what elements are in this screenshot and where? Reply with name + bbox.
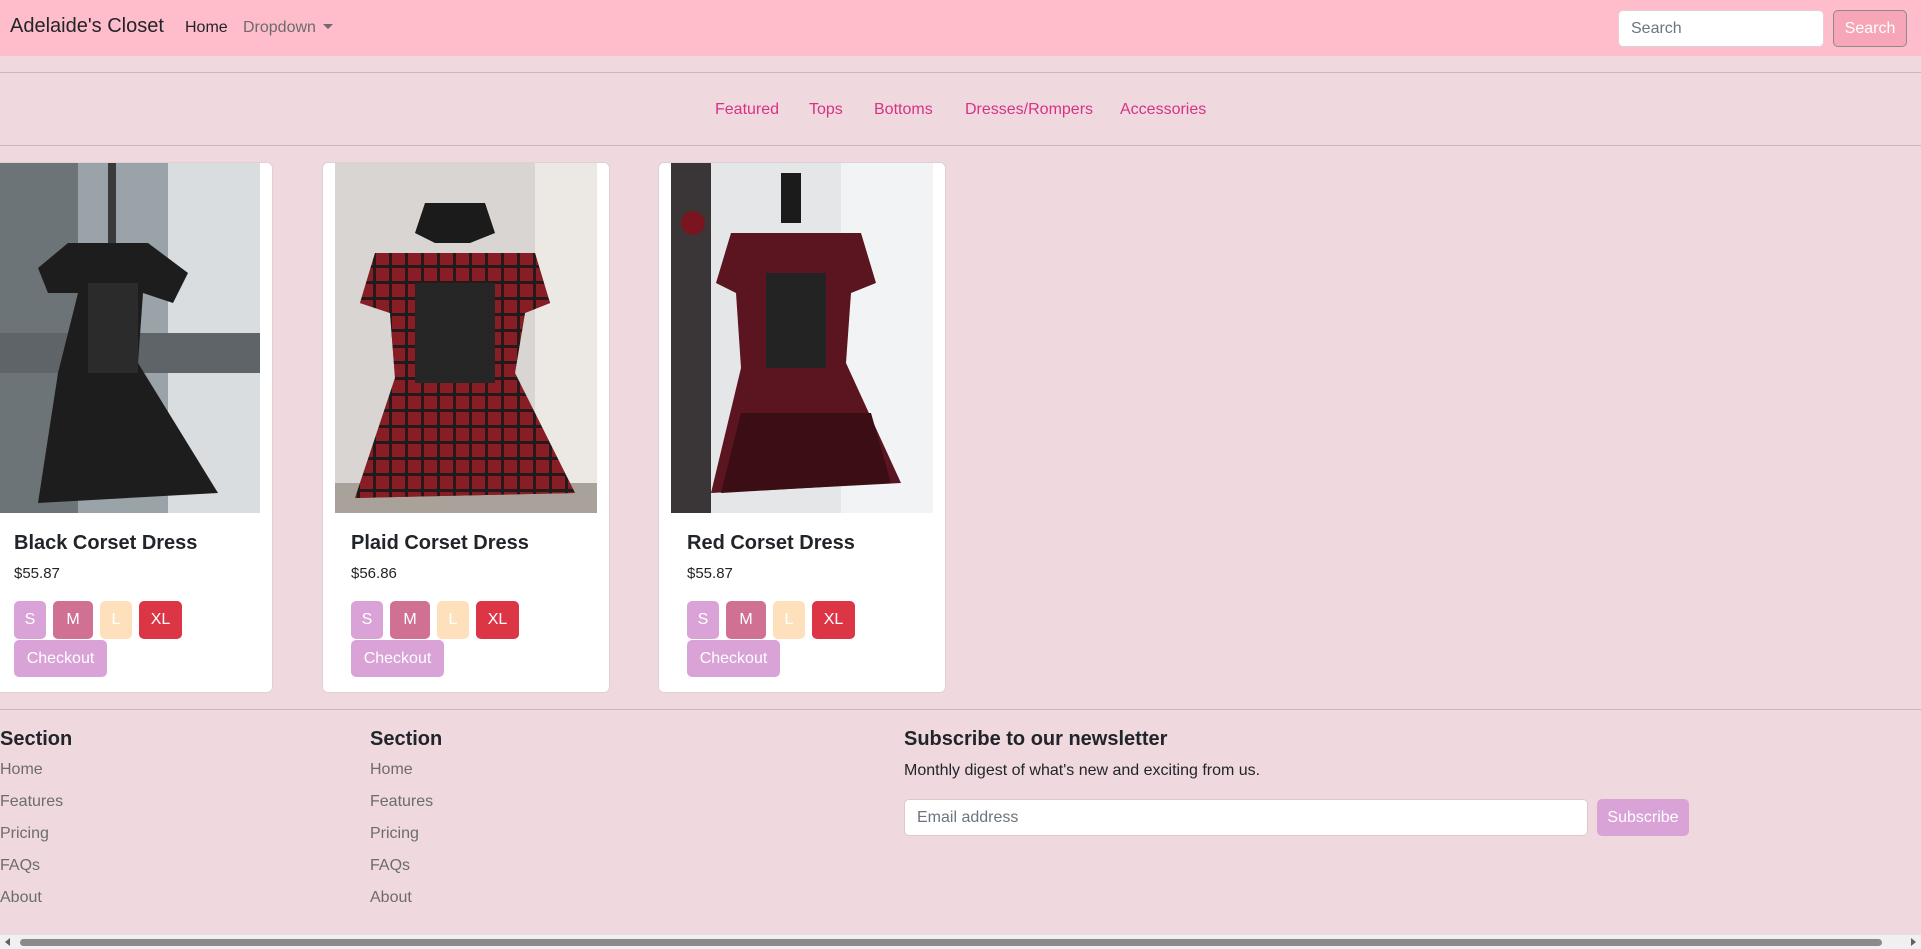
- product-price: $55.87: [14, 565, 60, 582]
- category-accessories[interactable]: Accessories: [1120, 101, 1206, 119]
- newsletter-title: Subscribe to our newsletter: [904, 728, 1168, 750]
- product-card: Black Corset Dress $55.87 S M L XL Check…: [0, 162, 273, 693]
- footer-link-features[interactable]: Features: [0, 793, 63, 811]
- footer-link-faqs[interactable]: FAQs: [370, 857, 410, 875]
- red-corset-dress-image[interactable]: [671, 163, 933, 513]
- newsletter-subtitle: Monthly digest of what's new and excitin…: [904, 762, 1261, 779]
- checkout-button[interactable]: Checkout: [351, 640, 444, 677]
- product-price: $56.86: [351, 565, 397, 582]
- product-card: Red Corset Dress $55.87 S M L XL Checkou…: [658, 162, 946, 693]
- nav-home-link[interactable]: Home: [185, 19, 228, 37]
- checkout-button[interactable]: Checkout: [14, 640, 107, 677]
- size-xl-button[interactable]: XL: [476, 601, 519, 639]
- black-corset-dress-image[interactable]: [0, 163, 260, 513]
- footer-link-features[interactable]: Features: [370, 793, 433, 811]
- search-input[interactable]: [1618, 10, 1824, 47]
- scrollbar-thumb[interactable]: [20, 939, 1882, 946]
- footer-link-home[interactable]: Home: [0, 761, 43, 779]
- size-s-button[interactable]: S: [687, 601, 719, 639]
- size-xl-button[interactable]: XL: [139, 601, 182, 639]
- category-bottoms[interactable]: Bottoms: [874, 101, 933, 119]
- divider-top: [0, 72, 1921, 73]
- product-title: Red Corset Dress: [687, 532, 855, 554]
- divider-categories: [0, 145, 1921, 146]
- size-l-button[interactable]: L: [100, 601, 132, 639]
- product-title: Black Corset Dress: [14, 532, 198, 554]
- footer-section-title: Section: [0, 728, 73, 750]
- footer-link-about[interactable]: About: [370, 889, 412, 907]
- size-m-button[interactable]: M: [53, 601, 93, 639]
- footer-divider: [0, 709, 1921, 710]
- size-xl-button[interactable]: XL: [812, 601, 855, 639]
- size-m-button[interactable]: M: [390, 601, 430, 639]
- size-s-button[interactable]: S: [14, 601, 46, 639]
- footer-link-pricing[interactable]: Pricing: [370, 825, 419, 843]
- footer-section-title: Section: [370, 728, 443, 750]
- product-price: $55.87: [687, 565, 733, 582]
- search-button[interactable]: Search: [1833, 10, 1907, 47]
- size-l-button[interactable]: L: [773, 601, 805, 639]
- footer-link-pricing[interactable]: Pricing: [0, 825, 49, 843]
- footer-link-home[interactable]: Home: [370, 761, 413, 779]
- product-title: Plaid Corset Dress: [351, 532, 529, 554]
- brand-logo[interactable]: Adelaide's Closet: [10, 15, 164, 38]
- checkout-button[interactable]: Checkout: [687, 640, 780, 677]
- subscribe-button[interactable]: Subscribe: [1597, 799, 1689, 836]
- size-l-button[interactable]: L: [437, 601, 469, 639]
- horizontal-scrollbar[interactable]: [0, 935, 1921, 949]
- footer-link-faqs[interactable]: FAQs: [0, 857, 40, 875]
- navbar: Adelaide's Closet Home Dropdown Search: [0, 0, 1921, 56]
- email-field[interactable]: [904, 799, 1588, 836]
- scroll-right-arrow-icon[interactable]: [1911, 938, 1916, 946]
- product-card: Plaid Corset Dress $56.86 S M L XL Check…: [322, 162, 610, 693]
- size-m-button[interactable]: M: [726, 601, 766, 639]
- caret-down-icon: [322, 24, 333, 29]
- footer-link-about[interactable]: About: [0, 889, 42, 907]
- category-featured[interactable]: Featured: [715, 101, 779, 119]
- plaid-corset-dress-image[interactable]: [335, 163, 597, 513]
- scroll-left-arrow-icon[interactable]: [5, 938, 10, 946]
- nav-dropdown-label: Dropdown: [243, 19, 316, 36]
- nav-dropdown-toggle[interactable]: Dropdown: [243, 19, 333, 37]
- category-tops[interactable]: Tops: [809, 101, 843, 119]
- category-dresses-rompers[interactable]: Dresses/Rompers: [965, 101, 1093, 119]
- size-s-button[interactable]: S: [351, 601, 383, 639]
